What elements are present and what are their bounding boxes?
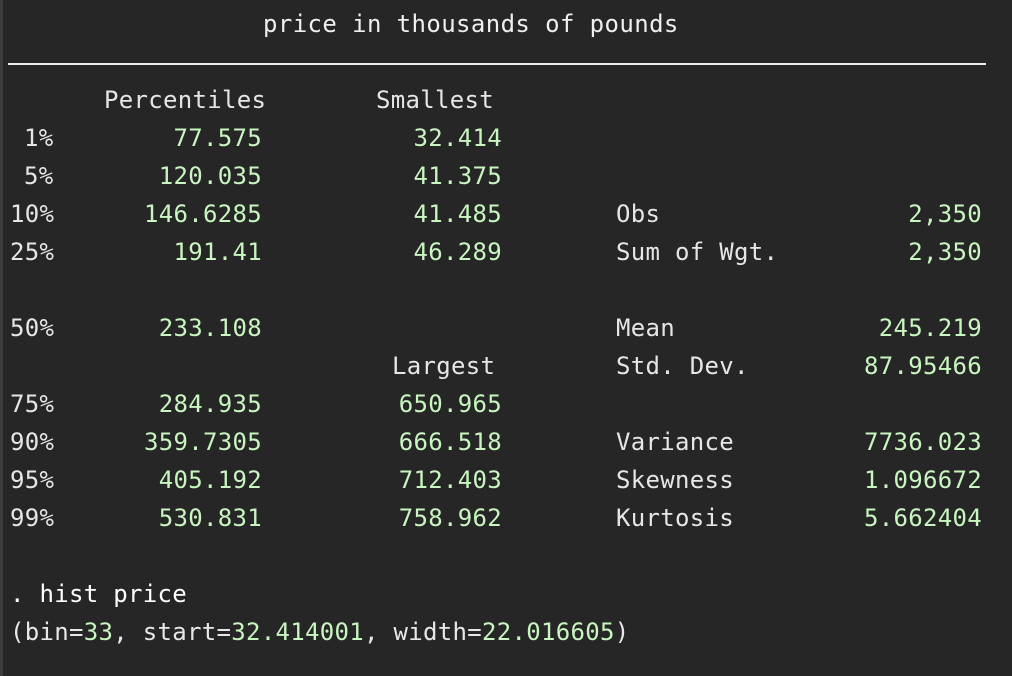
output-close: ) bbox=[614, 618, 630, 646]
pct-label-1: 1% bbox=[24, 124, 54, 152]
smallest-header: Smallest bbox=[376, 86, 494, 114]
width-value: 22.016605 bbox=[482, 618, 615, 646]
percentile-value-25: 191.41 bbox=[173, 238, 262, 266]
largest-header: Largest bbox=[392, 352, 496, 380]
command-echo: . hist price bbox=[10, 580, 187, 608]
hist-output-line: (bin=33, start=32.414001, width=22.01660… bbox=[10, 618, 630, 646]
largest-value-1: 758.962 bbox=[398, 504, 502, 532]
percentile-value-50: 233.108 bbox=[158, 314, 262, 342]
skewness-value: 1.096672 bbox=[864, 466, 982, 494]
percentile-value-5: 120.035 bbox=[158, 162, 262, 190]
kurtosis-value: 5.662404 bbox=[864, 504, 982, 532]
obs-label: Obs bbox=[616, 200, 661, 228]
percentile-value-1: 77.575 bbox=[173, 124, 262, 152]
largest-value-2: 712.403 bbox=[398, 466, 502, 494]
pct-label-10: 10% bbox=[10, 200, 55, 228]
smallest-value-3: 41.485 bbox=[413, 200, 502, 228]
start-value: 32.414001 bbox=[231, 618, 364, 646]
variance-value: 7736.023 bbox=[864, 428, 982, 456]
pct-label-90: 90% bbox=[10, 428, 55, 456]
bin-value: 33 bbox=[83, 618, 114, 646]
percentiles-header: Percentiles bbox=[104, 86, 267, 114]
variance-label: Variance bbox=[616, 428, 734, 456]
percentile-value-95: 405.192 bbox=[158, 466, 262, 494]
skewness-label: Skewness bbox=[616, 466, 734, 494]
obs-value: 2,350 bbox=[908, 200, 982, 228]
variable-label-title: price in thousands of pounds bbox=[263, 10, 679, 38]
largest-value-4: 650.965 bbox=[398, 390, 502, 418]
percentile-value-90: 359.7305 bbox=[144, 428, 262, 456]
pct-label-99: 99% bbox=[10, 504, 55, 532]
pct-label-50: 50% bbox=[10, 314, 55, 342]
mean-label: Mean bbox=[616, 314, 675, 342]
std-dev-value: 87.95466 bbox=[864, 352, 982, 380]
percentile-value-10: 146.6285 bbox=[144, 200, 262, 228]
std-dev-label: Std. Dev. bbox=[616, 352, 749, 380]
output-sep-start: , start= bbox=[113, 618, 232, 646]
pct-label-75: 75% bbox=[10, 390, 55, 418]
sum-of-wgt-label: Sum of Wgt. bbox=[616, 238, 779, 266]
kurtosis-label: Kurtosis bbox=[616, 504, 734, 532]
pct-label-95: 95% bbox=[10, 466, 55, 494]
header-divider bbox=[8, 63, 986, 65]
output-open: (bin= bbox=[10, 618, 84, 646]
output-sep-width: , width= bbox=[364, 618, 482, 646]
sum-of-wgt-value: 2,350 bbox=[908, 238, 982, 266]
smallest-value-4: 46.289 bbox=[413, 238, 502, 266]
percentile-value-75: 284.935 bbox=[158, 390, 262, 418]
mean-value: 245.219 bbox=[878, 314, 982, 342]
percentile-value-99: 530.831 bbox=[158, 504, 262, 532]
smallest-value-1: 32.414 bbox=[413, 124, 502, 152]
smallest-value-2: 41.375 bbox=[413, 162, 502, 190]
largest-value-3: 666.518 bbox=[398, 428, 502, 456]
pct-label-5: 5% bbox=[24, 162, 54, 190]
stata-results-window[interactable]: price in thousands of pounds Percentiles… bbox=[0, 0, 1012, 676]
pct-label-25: 25% bbox=[10, 238, 55, 266]
